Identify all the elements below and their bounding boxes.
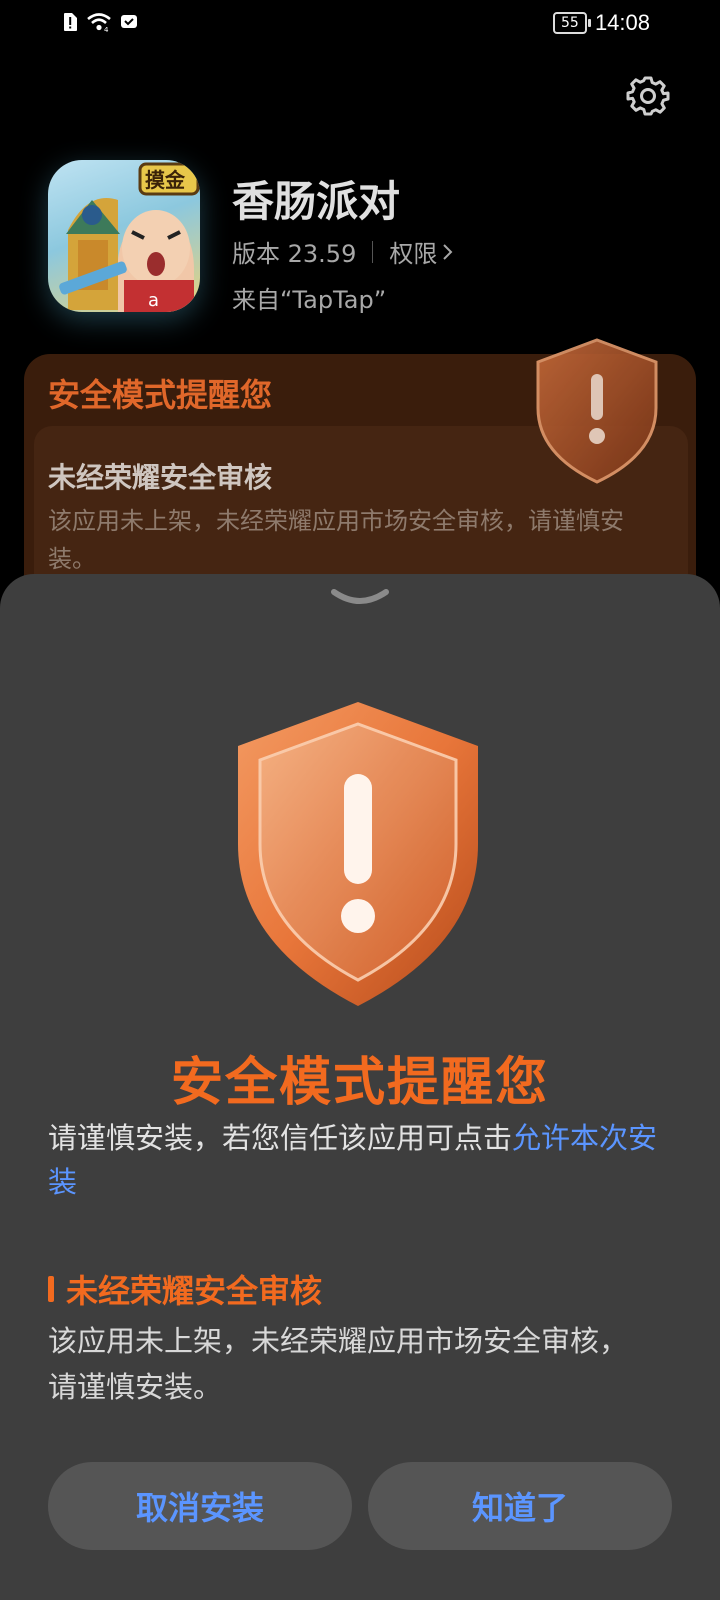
background-card-text: 该应用未上架，未经荣耀应用市场安全审核，请谨慎安装。 — [48, 507, 624, 573]
app-meta: 版本 23.59 权限 — [232, 234, 455, 269]
description-text: 请谨慎安装，若您信任该应用可点击 — [48, 1121, 513, 1155]
gear-icon[interactable] — [624, 72, 672, 120]
sheet-description: 请谨慎安装，若您信任该应用可点击允许本次安装 — [48, 1116, 672, 1204]
background-card-title: 安全模式提醒您 — [48, 376, 273, 414]
background-card-subtitle: 未经荣耀安全审核 — [48, 461, 273, 494]
app-icon: a 摸金 — [48, 160, 200, 312]
sim-alert-icon — [64, 13, 77, 31]
battery-indicator: 55 — [552, 12, 591, 34]
section-title-text: 未经荣耀安全审核 — [66, 1272, 323, 1310]
cancel-install-button[interactable]: 取消安装 — [48, 1462, 352, 1550]
section-title: 未经荣耀安全审核 — [48, 1266, 322, 1312]
svg-text:a: a — [148, 290, 159, 311]
section-text: 该应用未上架，未经荣耀应用市场安全审核，请谨慎安装。 — [48, 1324, 629, 1404]
got-it-button[interactable]: 知道了 — [368, 1462, 672, 1550]
wifi-icon: 4 — [87, 13, 111, 32]
app-icon-badge: 摸金 — [145, 168, 186, 192]
app-version: 版本 23.59 — [232, 240, 357, 268]
chevron-down-icon[interactable] — [330, 586, 390, 608]
shield-warning-icon — [238, 702, 478, 1006]
app-source: 来自“TapTap” — [232, 286, 387, 314]
app-name: 香肠派对 — [232, 177, 401, 226]
chevron-right-icon[interactable] — [441, 242, 455, 262]
shield-warning-icon — [536, 338, 658, 484]
svg-text:4: 4 — [104, 26, 109, 32]
status-icons: 4 — [62, 12, 138, 32]
status-bar: 4 55 14:08 — [0, 0, 720, 48]
divider — [372, 240, 374, 263]
section-marker — [48, 1276, 54, 1302]
status-time: 14:08 — [594, 10, 650, 35]
permissions-link[interactable]: 权限 — [389, 234, 437, 269]
sheet-title: 安全模式提醒您 — [170, 1053, 549, 1113]
message-icon — [121, 15, 137, 28]
